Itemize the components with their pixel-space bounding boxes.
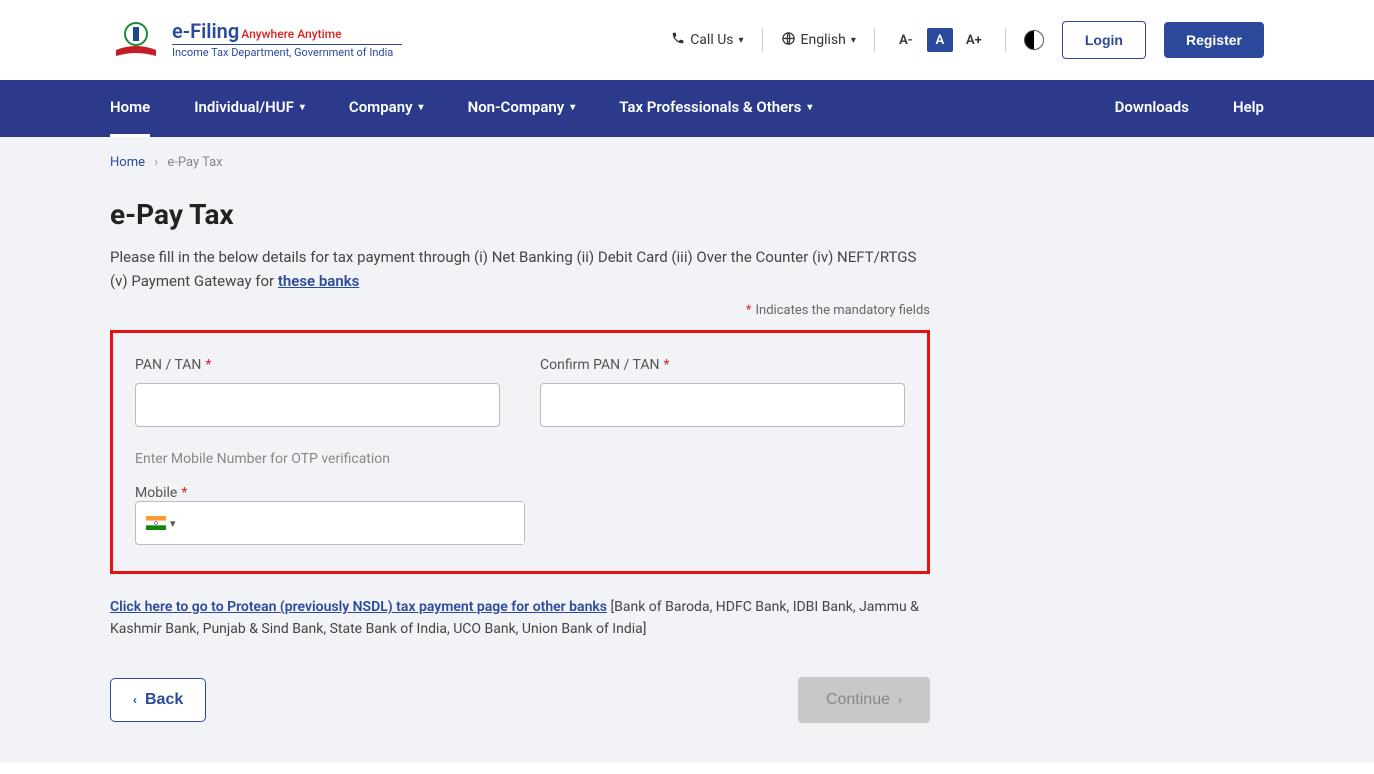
nav-home[interactable]: Home (110, 80, 150, 137)
confirm-pan-label-text: Confirm PAN / TAN (540, 357, 659, 373)
font-normal-button[interactable]: A (927, 28, 953, 52)
font-size-controls: A- A A+ (893, 28, 987, 52)
chevron-left-icon: ‹ (133, 693, 137, 707)
emblem-icon (110, 20, 162, 60)
chevron-down-icon: ▾ (419, 102, 424, 113)
page-title: e-Pay Tax (110, 198, 1264, 231)
register-button[interactable]: Register (1164, 22, 1264, 58)
form-highlight-box: PAN / TAN* Confirm PAN / TAN* Enter Mobi… (110, 330, 930, 574)
confirm-pan-input[interactable] (540, 383, 905, 427)
page-desc-text: Please fill in the below details for tax… (110, 248, 916, 290)
call-us-dropdown[interactable]: Call Us ▾ (671, 31, 743, 49)
mobile-hint: Enter Mobile Number for OTP verification (135, 451, 905, 467)
these-banks-link[interactable]: these banks (278, 272, 360, 290)
mobile-label: Mobile* (135, 485, 187, 501)
divider (762, 29, 763, 51)
asterisk-icon: * (746, 303, 752, 318)
back-button[interactable]: ‹ Back (110, 678, 206, 722)
brand-tagline: Anywhere Anytime (241, 27, 341, 41)
continue-label: Continue (826, 691, 890, 709)
chevron-right-icon: › (898, 693, 902, 707)
nav-company[interactable]: Company ▾ (349, 80, 424, 137)
brand-text: e-FilingAnywhere Anytime Income Tax Depa… (172, 20, 402, 59)
login-button[interactable]: Login (1062, 21, 1146, 59)
back-label: Back (145, 691, 183, 709)
pan-label: PAN / TAN* (135, 357, 500, 373)
asterisk-icon: * (181, 485, 187, 501)
phone-icon (671, 31, 685, 49)
brand-subtitle: Income Tax Department, Government of Ind… (172, 47, 402, 59)
chevron-down-icon: ▾ (570, 102, 575, 113)
mobile-input-wrap[interactable]: ▾ (135, 501, 525, 545)
breadcrumb-current: e-Pay Tax (167, 155, 222, 170)
main-nav: Home Individual/HUF ▾ Company ▾ Non-Compan… (0, 80, 1374, 137)
mandatory-text: Indicates the mandatory fields (756, 303, 930, 318)
chevron-down-icon: ▾ (807, 102, 812, 113)
nav-noncompany-label: Non-Company (468, 98, 565, 116)
asterisk-icon: * (205, 357, 211, 373)
mobile-label-text: Mobile (135, 485, 177, 501)
divider (1005, 29, 1006, 51)
breadcrumb-home[interactable]: Home (110, 155, 145, 170)
nav-individual-label: Individual/HUF (194, 98, 294, 116)
nav-individual[interactable]: Individual/HUF ▾ (194, 80, 305, 137)
nav-help-label: Help (1233, 98, 1264, 116)
nav-downloads[interactable]: Downloads (1115, 80, 1189, 137)
continue-button[interactable]: Continue › (798, 677, 930, 723)
protean-link[interactable]: Click here to go to Protean (previously … (110, 599, 607, 615)
language-label: English (801, 32, 846, 48)
country-flag-icon (146, 516, 166, 530)
globe-icon (781, 31, 796, 50)
nav-help[interactable]: Help (1233, 80, 1264, 137)
breadcrumb-separator: › (154, 155, 158, 170)
nav-taxpro-label: Tax Professionals & Others (619, 98, 801, 116)
nav-taxpro[interactable]: Tax Professionals & Others ▾ (619, 80, 812, 137)
chevron-down-icon: ▾ (739, 35, 744, 46)
top-actions: Call Us ▾ English ▾ A- A A+ Login Regist… (671, 21, 1264, 59)
top-bar: e-FilingAnywhere Anytime Income Tax Depa… (0, 0, 1374, 80)
mandatory-note: * Indicates the mandatory fields (110, 303, 930, 318)
page-body: Home › e-Pay Tax e-Pay Tax Please fill i… (0, 137, 1374, 763)
call-us-label: Call Us (690, 32, 733, 48)
pan-input[interactable] (135, 383, 500, 427)
country-code-dropdown[interactable]: ▾ (170, 517, 176, 530)
breadcrumb: Home › e-Pay Tax (110, 155, 1264, 170)
page-description: Please fill in the below details for tax… (110, 245, 930, 293)
divider (874, 29, 875, 51)
protean-note: Click here to go to Protean (previously … (110, 596, 930, 641)
font-increase-button[interactable]: A+ (961, 28, 987, 52)
font-decrease-button[interactable]: A- (893, 28, 919, 52)
chevron-down-icon: ▾ (300, 102, 305, 113)
nav-downloads-label: Downloads (1115, 98, 1189, 116)
asterisk-icon: * (663, 357, 669, 373)
nav-home-label: Home (110, 98, 150, 116)
language-dropdown[interactable]: English ▾ (781, 31, 856, 50)
action-row: ‹ Back Continue › (110, 677, 930, 723)
nav-company-label: Company (349, 98, 413, 116)
confirm-pan-label: Confirm PAN / TAN* (540, 357, 905, 373)
pan-label-text: PAN / TAN (135, 357, 201, 373)
chevron-down-icon: ▾ (851, 35, 856, 46)
brand-main: e-Filing (172, 19, 239, 43)
brand-logo[interactable]: e-FilingAnywhere Anytime Income Tax Depa… (110, 20, 402, 60)
nav-noncompany[interactable]: Non-Company ▾ (468, 80, 576, 137)
mobile-input[interactable] (184, 502, 524, 544)
contrast-toggle[interactable] (1024, 30, 1044, 50)
